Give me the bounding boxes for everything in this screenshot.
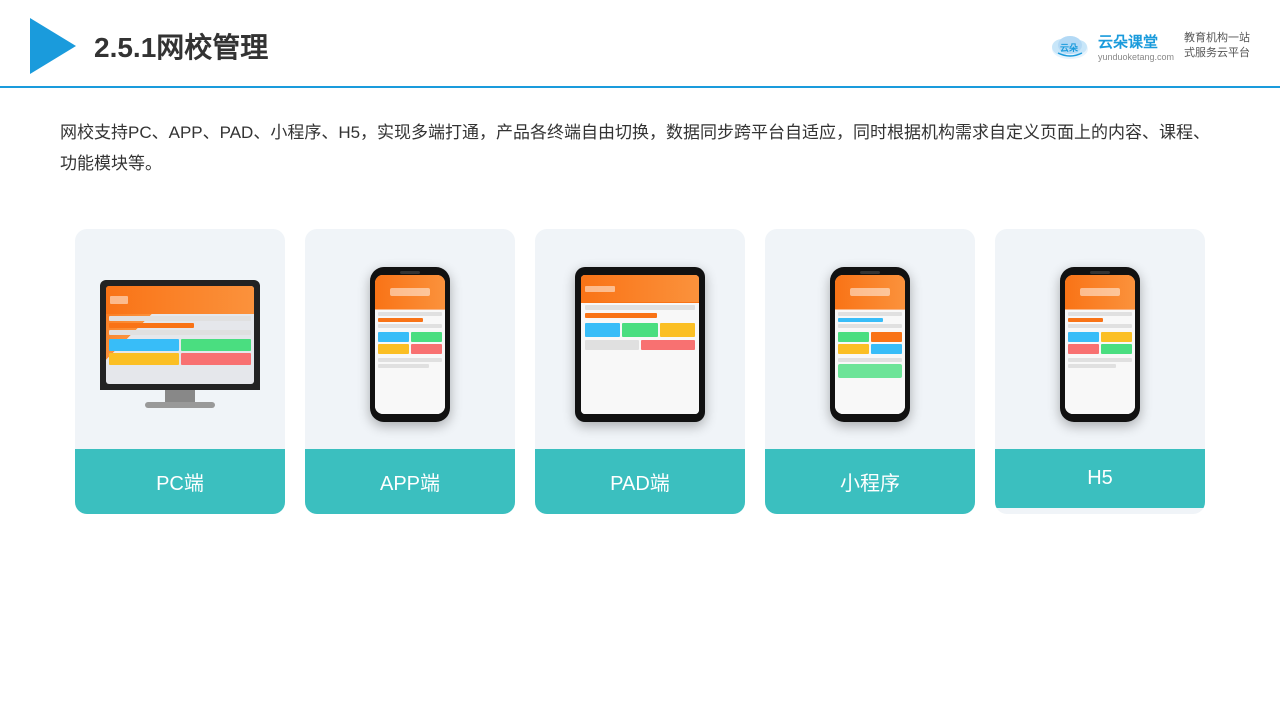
card-app: APP端: [305, 229, 515, 514]
brand-text: 云朵课堂 yunduoketang.com: [1098, 31, 1174, 62]
pc-monitor: [100, 280, 260, 390]
tablet-content-pad: [581, 275, 699, 414]
cards-container: PC端: [0, 189, 1280, 514]
card-pc: PC端: [75, 229, 285, 514]
header-left: 2.5.1网校管理: [30, 18, 268, 74]
header-right: 云朵 云朵课堂 yunduoketang.com 教育机构一站式服务云平台: [1048, 31, 1250, 62]
card-app-image: [305, 229, 515, 449]
device-phone-miniapp: [830, 267, 910, 422]
card-h5-image: [995, 229, 1205, 449]
brand-domain: yunduoketang.com: [1098, 52, 1174, 62]
card-app-label: APP端: [305, 449, 515, 514]
card-pc-label: PC端: [75, 449, 285, 514]
device-tablet-pad: [575, 267, 705, 422]
page-title: 2.5.1网校管理: [94, 26, 268, 66]
pc-stand: [165, 390, 195, 402]
phone-screen-miniapp: [835, 275, 905, 414]
phone-screen-h5: [1065, 275, 1135, 414]
description-content: 网校支持PC、APP、PAD、小程序、H5，实现多端打通，产品各终端自由切换，数…: [60, 123, 1210, 173]
card-miniapp-label: 小程序: [765, 449, 975, 514]
logo-triangle-icon: [30, 18, 76, 74]
phone-content-miniapp: [835, 275, 905, 414]
description-text: 网校支持PC、APP、PAD、小程序、H5，实现多端打通，产品各终端自由切换，数…: [0, 88, 1280, 179]
brand-name: 云朵课堂: [1098, 31, 1158, 52]
cloud-logo-icon: 云朵: [1048, 31, 1092, 61]
brand-logo: 云朵 云朵课堂 yunduoketang.com: [1048, 31, 1174, 62]
card-h5-label: H5: [995, 449, 1205, 508]
device-pc: [100, 280, 260, 408]
header: 2.5.1网校管理 云朵 云朵课堂 yunduoketang.com 教育机构一…: [0, 0, 1280, 88]
pc-base: [145, 402, 215, 408]
card-pad: PAD端: [535, 229, 745, 514]
card-miniapp-image: [765, 229, 975, 449]
card-pad-image: [535, 229, 745, 449]
phone-screen-app: [375, 275, 445, 414]
card-miniapp: 小程序: [765, 229, 975, 514]
pc-screen: [106, 286, 254, 384]
svg-text:云朵: 云朵: [1060, 43, 1079, 53]
device-phone-app: [370, 267, 450, 422]
card-pad-label: PAD端: [535, 449, 745, 514]
brand-slogan: 教育机构一站式服务云平台: [1184, 31, 1250, 62]
card-h5: H5: [995, 229, 1205, 514]
card-pc-image: [75, 229, 285, 449]
tablet-screen-pad: [581, 275, 699, 414]
phone-content-app: [375, 275, 445, 414]
device-phone-h5: [1060, 267, 1140, 422]
phone-content-h5: [1065, 275, 1135, 414]
